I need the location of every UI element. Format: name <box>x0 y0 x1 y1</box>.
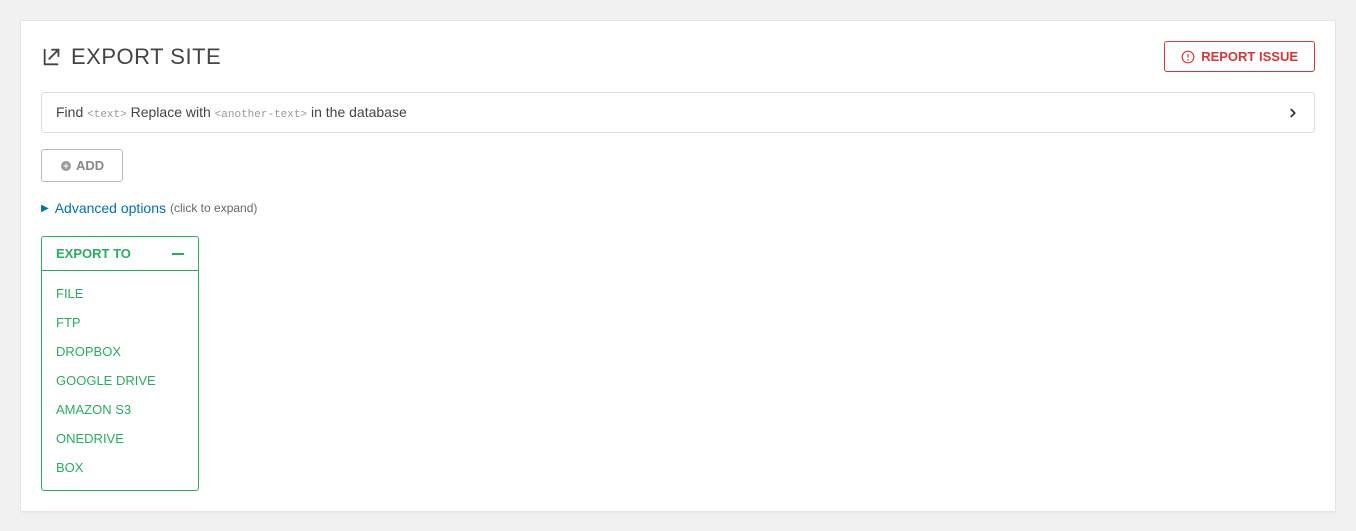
export-to-list: FILE FTP DROPBOX GOOGLE DRIVE AMAZON S3 … <box>42 271 198 490</box>
fr-placeholder-2: <another-text> <box>215 109 307 121</box>
export-icon <box>41 46 63 68</box>
add-button-label: ADD <box>76 158 104 173</box>
fr-placeholder-1: <text> <box>87 109 127 121</box>
advanced-options-label: Advanced options <box>55 200 166 216</box>
header-row: EXPORT SITE REPORT ISSUE <box>41 41 1315 72</box>
chevron-right-icon <box>1286 106 1300 120</box>
alert-icon <box>1181 50 1195 64</box>
advanced-options-hint: (click to expand) <box>170 201 257 215</box>
export-option-ftp[interactable]: FTP <box>42 308 198 337</box>
triangle-right-icon: ▶ <box>41 203 49 214</box>
export-to-toggle[interactable]: EXPORT TO <box>42 237 198 271</box>
export-option-google-drive[interactable]: GOOGLE DRIVE <box>42 366 198 395</box>
fr-prefix: Find <box>56 104 83 120</box>
report-issue-label: REPORT ISSUE <box>1201 49 1298 64</box>
add-button[interactable]: ADD <box>41 149 123 182</box>
export-panel: EXPORT SITE REPORT ISSUE Find <text> Rep… <box>20 20 1336 512</box>
page-title-text: EXPORT SITE <box>71 44 221 70</box>
page-title: EXPORT SITE <box>41 44 221 70</box>
minus-icon <box>172 253 184 255</box>
export-option-amazon-s3[interactable]: AMAZON S3 <box>42 395 198 424</box>
export-option-onedrive[interactable]: ONEDRIVE <box>42 424 198 453</box>
fr-suffix: in the database <box>311 104 407 120</box>
export-to-dropdown: EXPORT TO FILE FTP DROPBOX GOOGLE DRIVE … <box>41 236 199 491</box>
report-issue-button[interactable]: REPORT ISSUE <box>1164 41 1315 72</box>
export-to-label: EXPORT TO <box>56 246 131 261</box>
find-replace-bar[interactable]: Find <text> Replace with <another-text> … <box>41 92 1315 133</box>
fr-mid: Replace with <box>131 104 211 120</box>
export-option-file[interactable]: FILE <box>42 279 198 308</box>
export-option-dropbox[interactable]: DROPBOX <box>42 337 198 366</box>
advanced-options-toggle[interactable]: ▶ Advanced options (click to expand) <box>41 200 1315 216</box>
export-option-box[interactable]: BOX <box>42 453 198 482</box>
plus-circle-icon <box>60 160 72 172</box>
find-replace-text: Find <text> Replace with <another-text> … <box>56 104 407 121</box>
